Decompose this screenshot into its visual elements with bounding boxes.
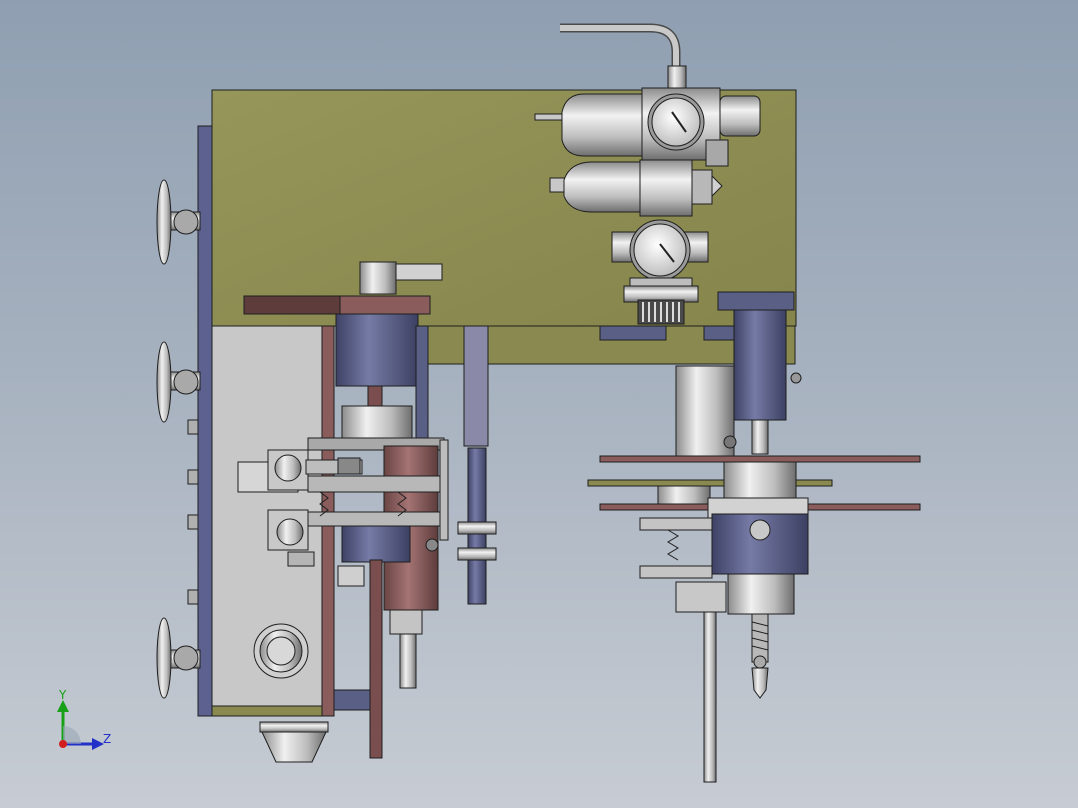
air-pipe <box>560 23 687 89</box>
cabinet-port <box>253 623 309 679</box>
machine-assembly-drawing <box>57 23 921 783</box>
knob-bottom <box>156 617 201 699</box>
z-axis-label: Z <box>103 732 112 746</box>
bottom-nozzle <box>259 721 329 763</box>
y-axis-label: Y <box>59 688 67 702</box>
right-spindle-assembly <box>587 291 921 783</box>
cad-viewport[interactable]: Y Z <box>0 0 1078 808</box>
guide-rod <box>457 325 497 605</box>
axis-triad <box>57 700 104 750</box>
knob-top <box>156 179 201 265</box>
triad-origin <box>59 740 67 748</box>
knob-middle <box>156 341 201 423</box>
